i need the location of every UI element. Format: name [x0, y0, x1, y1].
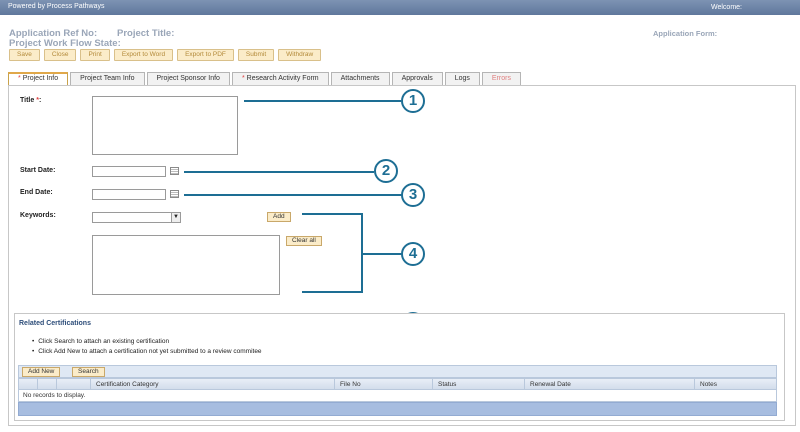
add-new-button[interactable]: Add New [22, 367, 61, 377]
grid-toolbar: Add New Search [18, 365, 777, 378]
keywords-list[interactable] [92, 235, 280, 295]
keywords-label: Keywords: [20, 212, 56, 219]
callout-1: 1 [401, 89, 425, 113]
column-renewal-date[interactable]: Renewal Date [524, 379, 694, 390]
start-date-label: Start Date: [20, 167, 56, 174]
callout-3: 3 [401, 183, 425, 207]
application-form-label: Application Form: [653, 29, 718, 38]
welcome-text: Welcome: [711, 4, 742, 11]
tab-bar: * Project Info Project Team Info Project … [8, 72, 523, 86]
instruction-item: Click Add New to attach a certification … [32, 348, 261, 355]
start-date-input[interactable] [92, 166, 166, 177]
search-button[interactable]: Search [72, 367, 105, 377]
calendar-icon[interactable] [170, 190, 179, 198]
top-bar: Powered by Process Pathways Welcome: [0, 0, 800, 15]
withdraw-button[interactable]: Withdraw [278, 49, 322, 61]
title-label-colon: : [38, 97, 42, 104]
clear-all-button[interactable]: Clear all [286, 236, 322, 246]
chevron-down-icon[interactable]: ▼ [171, 213, 180, 222]
close-button[interactable]: Close [43, 49, 77, 61]
tab-label: Project Info [22, 75, 59, 82]
title-label-text: Title [20, 97, 37, 104]
tab-approvals[interactable]: Approvals [391, 72, 443, 85]
tab-label: Research Activity Form [246, 75, 319, 82]
callout-line-3 [184, 194, 402, 196]
callout-line-1 [244, 100, 401, 102]
tab-label: Project Team Info [80, 75, 135, 82]
tab-project-team-info[interactable]: Project Team Info [70, 72, 145, 85]
column-status[interactable]: Status [432, 379, 524, 390]
callout-2: 2 [374, 159, 398, 183]
workflow-state-label: Project Work Flow State: [9, 38, 121, 49]
column-certification-category[interactable]: Certification Category [90, 379, 334, 390]
callout-line-4c [361, 253, 402, 255]
tab-label: Project Sponsor Info [156, 75, 220, 82]
powered-by-text: Powered by Process Pathways [8, 3, 105, 10]
export-pdf-button[interactable]: Export to PDF [177, 49, 234, 61]
export-word-button[interactable]: Export to Word [113, 49, 174, 61]
section-title: Related Certifications [19, 320, 91, 327]
grid-footer [18, 402, 777, 416]
tab-label: Approvals [401, 75, 433, 82]
tab-project-sponsor-info[interactable]: Project Sponsor Info [146, 72, 230, 85]
grid-empty-row: No records to display. [18, 390, 777, 402]
callout-line-2 [184, 171, 374, 173]
callout-line-4a [302, 213, 362, 215]
tab-label: Errors [491, 75, 511, 82]
calendar-icon[interactable] [170, 167, 179, 175]
grid-header-blank [37, 379, 56, 390]
grid-header: Certification Category File No Status Re… [18, 378, 777, 390]
required-marker: * [18, 75, 21, 82]
toolbar: Save Close Print Export to Word Export t… [9, 49, 322, 61]
column-notes[interactable]: Notes [694, 379, 776, 390]
tab-research-activity-form[interactable]: * Research Activity Form [231, 72, 329, 85]
title-textarea[interactable] [92, 96, 238, 155]
grid-header-blank [56, 379, 90, 390]
callout-4: 4 [401, 242, 425, 266]
project-title-label: Project Title: [117, 28, 175, 39]
tab-label: Logs [454, 75, 470, 82]
save-button[interactable]: Save [9, 49, 40, 61]
end-date-label: End Date: [20, 189, 53, 196]
tab-attachments[interactable]: Attachments [330, 72, 390, 85]
end-date-input[interactable] [92, 189, 166, 200]
print-button[interactable]: Print [80, 49, 110, 61]
instruction-item: Click Search to attach an existing certi… [32, 338, 169, 345]
add-keyword-button[interactable]: Add [267, 212, 291, 222]
title-label: Title *: [20, 97, 41, 104]
required-marker: * [241, 75, 245, 82]
tab-logs[interactable]: Logs [444, 72, 480, 85]
keywords-dropdown[interactable]: ▼ [92, 212, 181, 223]
column-file-no[interactable]: File No [334, 379, 432, 390]
submit-button[interactable]: Submit [237, 49, 275, 61]
tab-label: Attachments [340, 75, 380, 82]
tab-errors[interactable]: Errors [481, 72, 521, 85]
tab-project-info[interactable]: * Project Info [8, 72, 69, 86]
callout-line-4b [302, 291, 362, 293]
